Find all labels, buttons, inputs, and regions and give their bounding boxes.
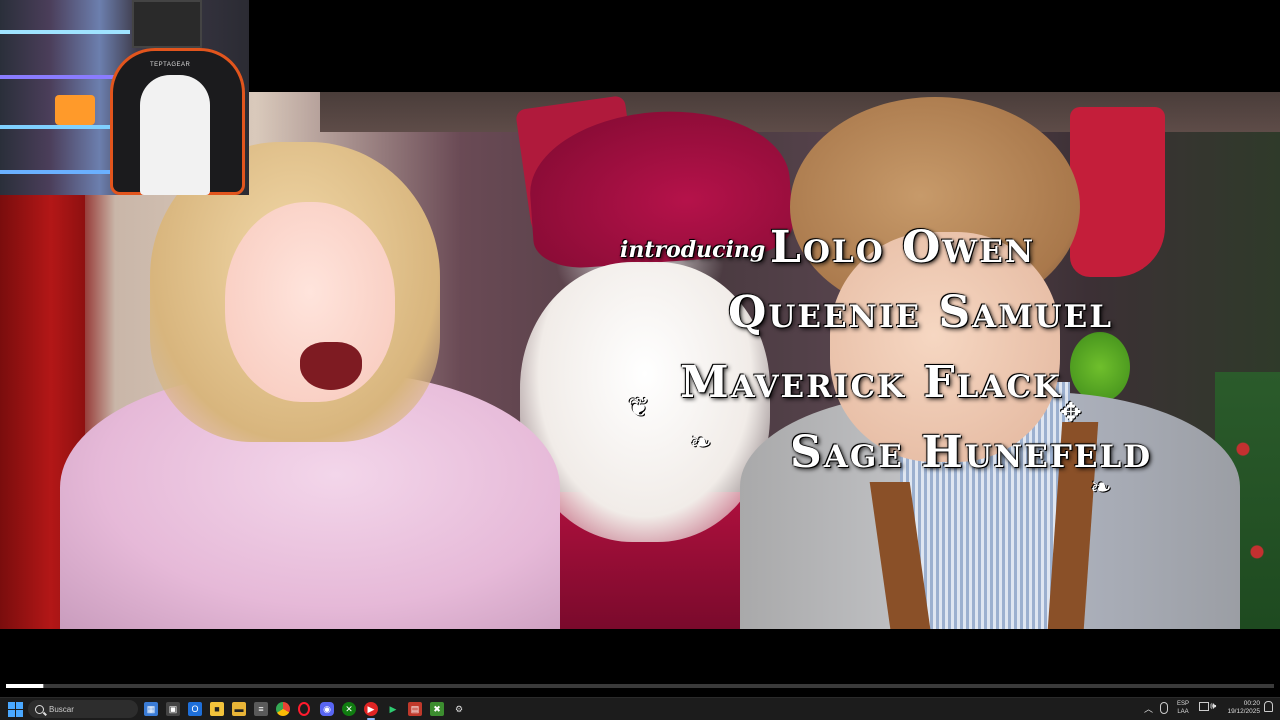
discord-icon[interactable]: ◉ xyxy=(320,702,334,716)
credit-intro-text: introducing xyxy=(620,237,766,263)
outlook-icon[interactable]: O xyxy=(188,702,202,716)
youtube-icon[interactable]: ▶ xyxy=(364,702,378,720)
credit-name: Queenie Samuel xyxy=(728,287,1114,338)
chevron-up-icon[interactable]: ︿ xyxy=(1144,702,1153,715)
stocking xyxy=(1070,107,1165,277)
grinch-toy xyxy=(1070,332,1130,402)
language-indicator[interactable]: ESP LAA xyxy=(1177,700,1189,716)
settings-icon[interactable]: ⚙ xyxy=(452,702,466,716)
girl-mouth xyxy=(300,342,362,390)
flourish-ornament-icon: ❧ xyxy=(690,427,712,457)
credit-name: Sage Hunefeld xyxy=(790,427,1153,478)
file-explorer-icon[interactable]: ▬ xyxy=(232,702,246,716)
volume-icon[interactable]: 🕪 xyxy=(1210,701,1216,712)
chair-brand-label: TEPTAGEAR xyxy=(150,62,191,68)
xbox-icon[interactable]: ✕ xyxy=(342,702,356,716)
photo-editor-icon[interactable]: ▤ xyxy=(408,702,422,716)
clock-time: 00:20 xyxy=(1243,700,1260,707)
search-icon xyxy=(35,704,44,714)
network-icon[interactable] xyxy=(1199,702,1209,711)
flourish-ornament-icon: ❧ xyxy=(1090,472,1112,502)
microphone-icon[interactable] xyxy=(1160,702,1168,714)
shelf-light xyxy=(0,30,130,34)
chrome-icon[interactable] xyxy=(276,702,290,716)
sticky-notes-icon[interactable]: ■ xyxy=(210,702,224,716)
media-player-icon[interactable]: ▶ xyxy=(386,702,400,716)
screen: introducing Lolo Owen Queenie Samuel Mav… xyxy=(0,0,1280,720)
clock-date: 19/12/2025 xyxy=(1227,708,1260,715)
minecraft-icon[interactable]: ✖ xyxy=(430,702,444,716)
credit-name: Maverick Flack xyxy=(680,357,1063,408)
files-icon[interactable]: ▦ xyxy=(144,702,158,716)
start-icon[interactable] xyxy=(8,702,24,718)
wall-frame xyxy=(132,0,202,48)
webcam-overlay: TEPTAGEAR xyxy=(0,0,249,195)
credit-name: Lolo Owen xyxy=(770,222,1036,273)
progress-played[interactable] xyxy=(6,684,43,688)
notification-bell-icon[interactable] xyxy=(1264,701,1273,712)
keyboard-layout: LAA xyxy=(1177,709,1189,715)
flourish-ornament-icon: ✥ xyxy=(1060,397,1082,427)
opera-icon[interactable] xyxy=(298,702,310,716)
windows-taskbar: Buscar ▦ ▣ O ■ ▬ ≡ ◉ ✕ ▶ ▶ ▤ ✖ ⚙ ︿ ESP L… xyxy=(0,697,1280,720)
video-progress-bar[interactable] xyxy=(6,684,1274,688)
clock[interactable]: 00:20 19/12/2025 xyxy=(1226,700,1260,716)
gaming-chair-panel xyxy=(140,75,210,195)
notepad-icon[interactable]: ≡ xyxy=(254,702,268,716)
task-view-icon[interactable]: ▣ xyxy=(166,702,180,716)
search-placeholder: Buscar xyxy=(49,704,74,714)
shelf-item xyxy=(55,95,95,125)
flourish-ornament-icon: ❦ xyxy=(628,392,650,422)
search-box[interactable]: Buscar xyxy=(28,700,138,718)
language-code: ESP xyxy=(1177,701,1190,707)
